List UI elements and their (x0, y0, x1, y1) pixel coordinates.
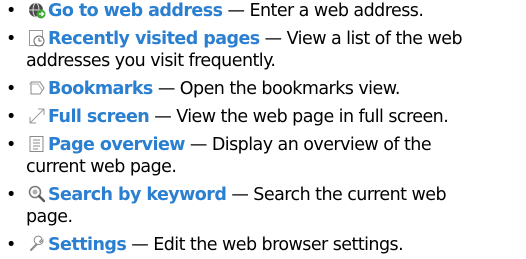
dash: — (157, 79, 176, 99)
page-overview-link[interactable]: Page overview (48, 135, 185, 155)
page-overview-icon (28, 135, 46, 153)
settings-icon (28, 235, 46, 253)
dash: — (154, 107, 172, 127)
list-item-content: Go to web address — Enter a web address. (28, 0, 424, 22)
list-item-content: Full screen — View the web page in full … (28, 106, 449, 128)
dash: — (227, 1, 245, 21)
bullet: • (6, 29, 16, 49)
item-description: Search the current web (253, 185, 447, 205)
bullet: • (6, 107, 16, 127)
bookmarks-icon (28, 79, 46, 97)
item-description: Edit the web browser settings. (153, 235, 404, 255)
list-item-content: Page overview — Display an overview of t… (28, 134, 432, 156)
item-description: View the web page in full screen. (176, 107, 449, 127)
globe-go-icon (28, 1, 46, 19)
bullet: • (6, 1, 16, 21)
go-to-web-address-link[interactable]: Go to web address (48, 1, 223, 21)
bullet: • (6, 79, 16, 99)
dash: — (231, 185, 249, 205)
item-description-continuation: page. (26, 207, 73, 227)
item-description-continuation: current web page. (26, 157, 177, 177)
list-item-content: Search by keyword — Search the current w… (28, 184, 447, 206)
list-item-content: Recently visited pages — View a list of … (28, 28, 463, 50)
recent-pages-icon (28, 29, 46, 47)
bullet: • (6, 185, 16, 205)
item-description: View a list of the web (286, 29, 463, 49)
settings-link[interactable]: Settings (48, 235, 127, 255)
dash: — (264, 29, 283, 49)
dash: — (131, 235, 149, 255)
list-item-content: Settings — Edit the web browser settings… (28, 234, 404, 256)
dash: — (189, 135, 208, 155)
item-description: Display an overview of the (211, 135, 432, 155)
full-screen-icon (28, 107, 46, 125)
item-description-continuation: addresses you visit frequently. (26, 51, 276, 71)
item-description: Enter a web address. (249, 1, 424, 21)
bullet: • (6, 135, 16, 155)
bookmarks-link[interactable]: Bookmarks (48, 79, 153, 99)
full-screen-link[interactable]: Full screen (48, 107, 150, 127)
item-description: Open the bookmarks view. (179, 79, 401, 99)
search-keyword-icon (28, 185, 46, 203)
recently-visited-pages-link[interactable]: Recently visited pages (48, 29, 260, 49)
search-by-keyword-link[interactable]: Search by keyword (48, 185, 227, 205)
list-item-content: Bookmarks — Open the bookmarks view. (28, 78, 400, 100)
bullet: • (6, 235, 16, 255)
